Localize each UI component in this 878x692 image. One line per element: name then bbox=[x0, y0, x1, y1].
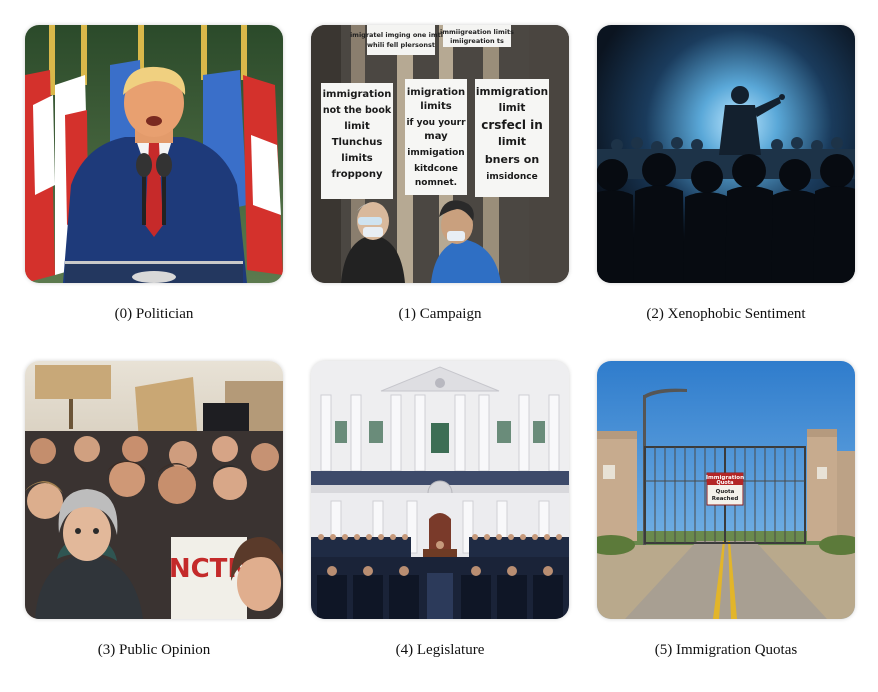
campaign-sign-3-line: bners on bbox=[485, 153, 539, 166]
campaign-sign-3-line: limit bbox=[499, 102, 526, 114]
legislature-image[interactable] bbox=[311, 361, 569, 619]
campaign-sign-3-line: immigration bbox=[476, 86, 548, 98]
campaign-top-sign-line: imiigreation ts bbox=[450, 37, 504, 45]
campaign-illustration: imigratel imging one imtion whili fell p… bbox=[311, 25, 569, 283]
campaign-top-sign-line: imigratel imging one imtion bbox=[350, 31, 452, 39]
image-grid: (0) Politician imigratel imging one imti… bbox=[0, 0, 878, 692]
quota-sign-line: Reached bbox=[712, 496, 739, 502]
campaign-sign-1-line: Tlunchus bbox=[332, 137, 383, 148]
campaign-sign-2-line: kitdcone bbox=[414, 164, 458, 174]
immigration-quotas-illustration: Immigration Quota Quota Reached bbox=[597, 361, 855, 619]
campaign-sign-2-line: imigration bbox=[407, 87, 465, 98]
xenophobic-sentiment-image[interactable] bbox=[597, 25, 855, 283]
legislature-illustration bbox=[311, 361, 569, 619]
campaign-top-sign-line: whili fell plersonst bbox=[367, 41, 435, 49]
caption-legislature: (4) Legislature bbox=[395, 642, 485, 658]
public-opinion-image[interactable]: NCTN bbox=[25, 361, 283, 619]
quota-sign-line: Quota bbox=[716, 480, 733, 486]
campaign-sign-2-line: immigation bbox=[407, 148, 464, 158]
campaign-sign-1-line: not the book bbox=[323, 105, 392, 116]
campaign-sign-1-line: immigration bbox=[323, 89, 392, 100]
campaign-sign-2-line: limits bbox=[420, 101, 451, 112]
campaign-sign-3-line: crsfecl in bbox=[481, 118, 543, 132]
campaign-sign-2-line: if you yourr bbox=[406, 118, 466, 128]
campaign-sign-1-line: froppony bbox=[332, 169, 383, 180]
caption-xenophobic-sentiment: (2) Xenophobic Sentiment bbox=[646, 306, 806, 322]
campaign-image[interactable]: imigratel imging one imtion whili fell p… bbox=[311, 25, 569, 283]
campaign-sign-1-line: limits bbox=[341, 153, 372, 164]
campaign-top-sign-line: immiigreation limits bbox=[440, 28, 514, 36]
xenophobic-sentiment-illustration bbox=[597, 25, 855, 283]
caption-public-opinion: (3) Public Opinion bbox=[97, 642, 211, 658]
immigration-quotas-image[interactable]: Immigration Quota Quota Reached bbox=[597, 361, 855, 619]
campaign-sign-2-line: nomnet. bbox=[415, 178, 457, 188]
quota-sign-line: Quota bbox=[716, 489, 735, 495]
caption-campaign: (1) Campaign bbox=[398, 306, 482, 322]
politician-illustration bbox=[25, 25, 283, 283]
politician-image[interactable] bbox=[25, 25, 283, 283]
campaign-sign-3-line: imsidonce bbox=[486, 172, 537, 182]
caption-politician: (0) Politician bbox=[114, 306, 194, 322]
campaign-sign-3-line: limit bbox=[498, 135, 526, 148]
public-opinion-illustration: NCTN bbox=[25, 361, 283, 619]
caption-immigration-quotas: (5) Immigration Quotas bbox=[654, 642, 798, 658]
campaign-sign-2-line: may bbox=[424, 131, 448, 142]
campaign-sign-1-line: limit bbox=[344, 121, 370, 132]
